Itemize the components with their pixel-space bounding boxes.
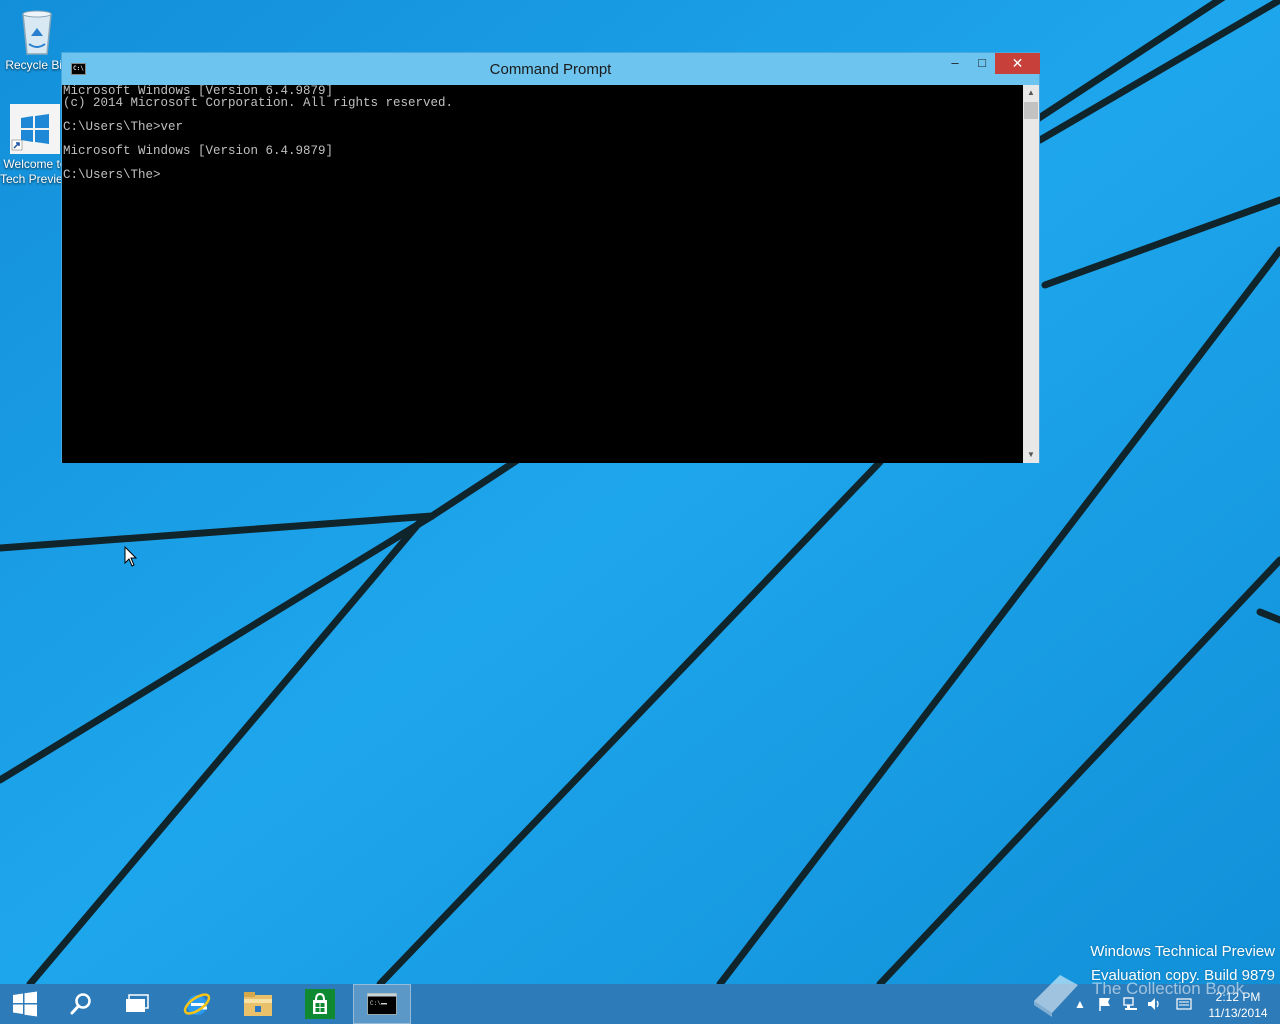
desktop: Recycle Bin Welcome to Tech Preview C:\ … xyxy=(0,0,1280,984)
console-output: Microsoft Windows [Version 6.4.9879] (c)… xyxy=(63,85,453,181)
search-button[interactable] xyxy=(52,984,110,1024)
network-icon[interactable] xyxy=(1122,996,1138,1012)
window-title: Command Prompt xyxy=(489,61,612,78)
welcome-label-line1: Welcome to xyxy=(3,157,67,171)
scroll-up-arrow-icon[interactable]: ▲ xyxy=(1023,85,1039,101)
scrollbar-thumb[interactable] xyxy=(1024,102,1038,119)
windows-logo-icon xyxy=(10,104,60,154)
vertical-scrollbar[interactable]: ▲ ▼ xyxy=(1023,85,1039,463)
folder-icon xyxy=(244,992,272,1016)
maximize-button[interactable]: □ xyxy=(968,53,996,74)
clock[interactable]: 2:12 PM 11/13/2014 xyxy=(1200,989,1276,1021)
task-view-button[interactable] xyxy=(108,984,166,1024)
console-line: C:\Users\The>ver xyxy=(63,120,184,134)
internet-explorer-icon xyxy=(183,993,211,1015)
start-button[interactable] xyxy=(0,984,50,1024)
console-line: (c) 2014 Microsoft Corporation. All righ… xyxy=(63,96,454,110)
command-prompt-window[interactable]: C:\ Command Prompt – □ ✕ Microsoft Windo… xyxy=(61,52,1040,463)
clock-time: 2:12 PM xyxy=(1215,990,1261,1004)
watermark: Windows Technical Preview Evaluation cop… xyxy=(1090,940,1275,984)
console-prompt-line: C:\Users\The> xyxy=(63,168,161,182)
title-bar[interactable]: C:\ Command Prompt – □ ✕ xyxy=(62,53,1040,85)
minimize-button[interactable]: – xyxy=(940,53,970,74)
mouse-cursor-icon xyxy=(124,546,138,567)
keyboard-icon[interactable] xyxy=(1176,996,1192,1012)
command-prompt-taskbar-button[interactable]: C:\ xyxy=(353,984,411,1024)
search-icon xyxy=(70,993,91,1015)
store-icon xyxy=(305,989,335,1019)
file-explorer-button[interactable] xyxy=(229,984,287,1024)
welcome-label-line2: Tech Preview xyxy=(0,172,70,186)
watermark-line1: Windows Technical Preview xyxy=(1090,943,1275,960)
internet-explorer-button[interactable] xyxy=(168,984,226,1024)
taskbar: C:\ The Collection Book ▲ 2:12 PM 11/13/… xyxy=(0,975,1280,1024)
svg-text:C:\: C:\ xyxy=(370,1000,381,1007)
clock-date: 11/13/2014 xyxy=(1208,1006,1268,1020)
task-view-icon xyxy=(126,994,149,1012)
recycle-bin-icon xyxy=(22,10,52,55)
cmd-icon: C:\ xyxy=(367,993,397,1015)
windows-start-icon xyxy=(13,991,37,1017)
close-button[interactable]: ✕ xyxy=(995,53,1040,74)
store-button[interactable] xyxy=(291,984,349,1024)
console-line: Microsoft Windows [Version 6.4.9879] xyxy=(63,144,334,158)
speaker-icon[interactable] xyxy=(1146,996,1162,1012)
action-center-flag-icon[interactable] xyxy=(1097,996,1113,1012)
console-area[interactable]: Microsoft Windows [Version 6.4.9879] (c)… xyxy=(62,85,1023,463)
scroll-down-arrow-icon[interactable]: ▼ xyxy=(1023,447,1039,463)
show-hidden-icons-icon[interactable]: ▲ xyxy=(1072,996,1088,1012)
welcome-tech-preview-desktop-icon[interactable]: Welcome to Tech Preview xyxy=(0,104,70,187)
